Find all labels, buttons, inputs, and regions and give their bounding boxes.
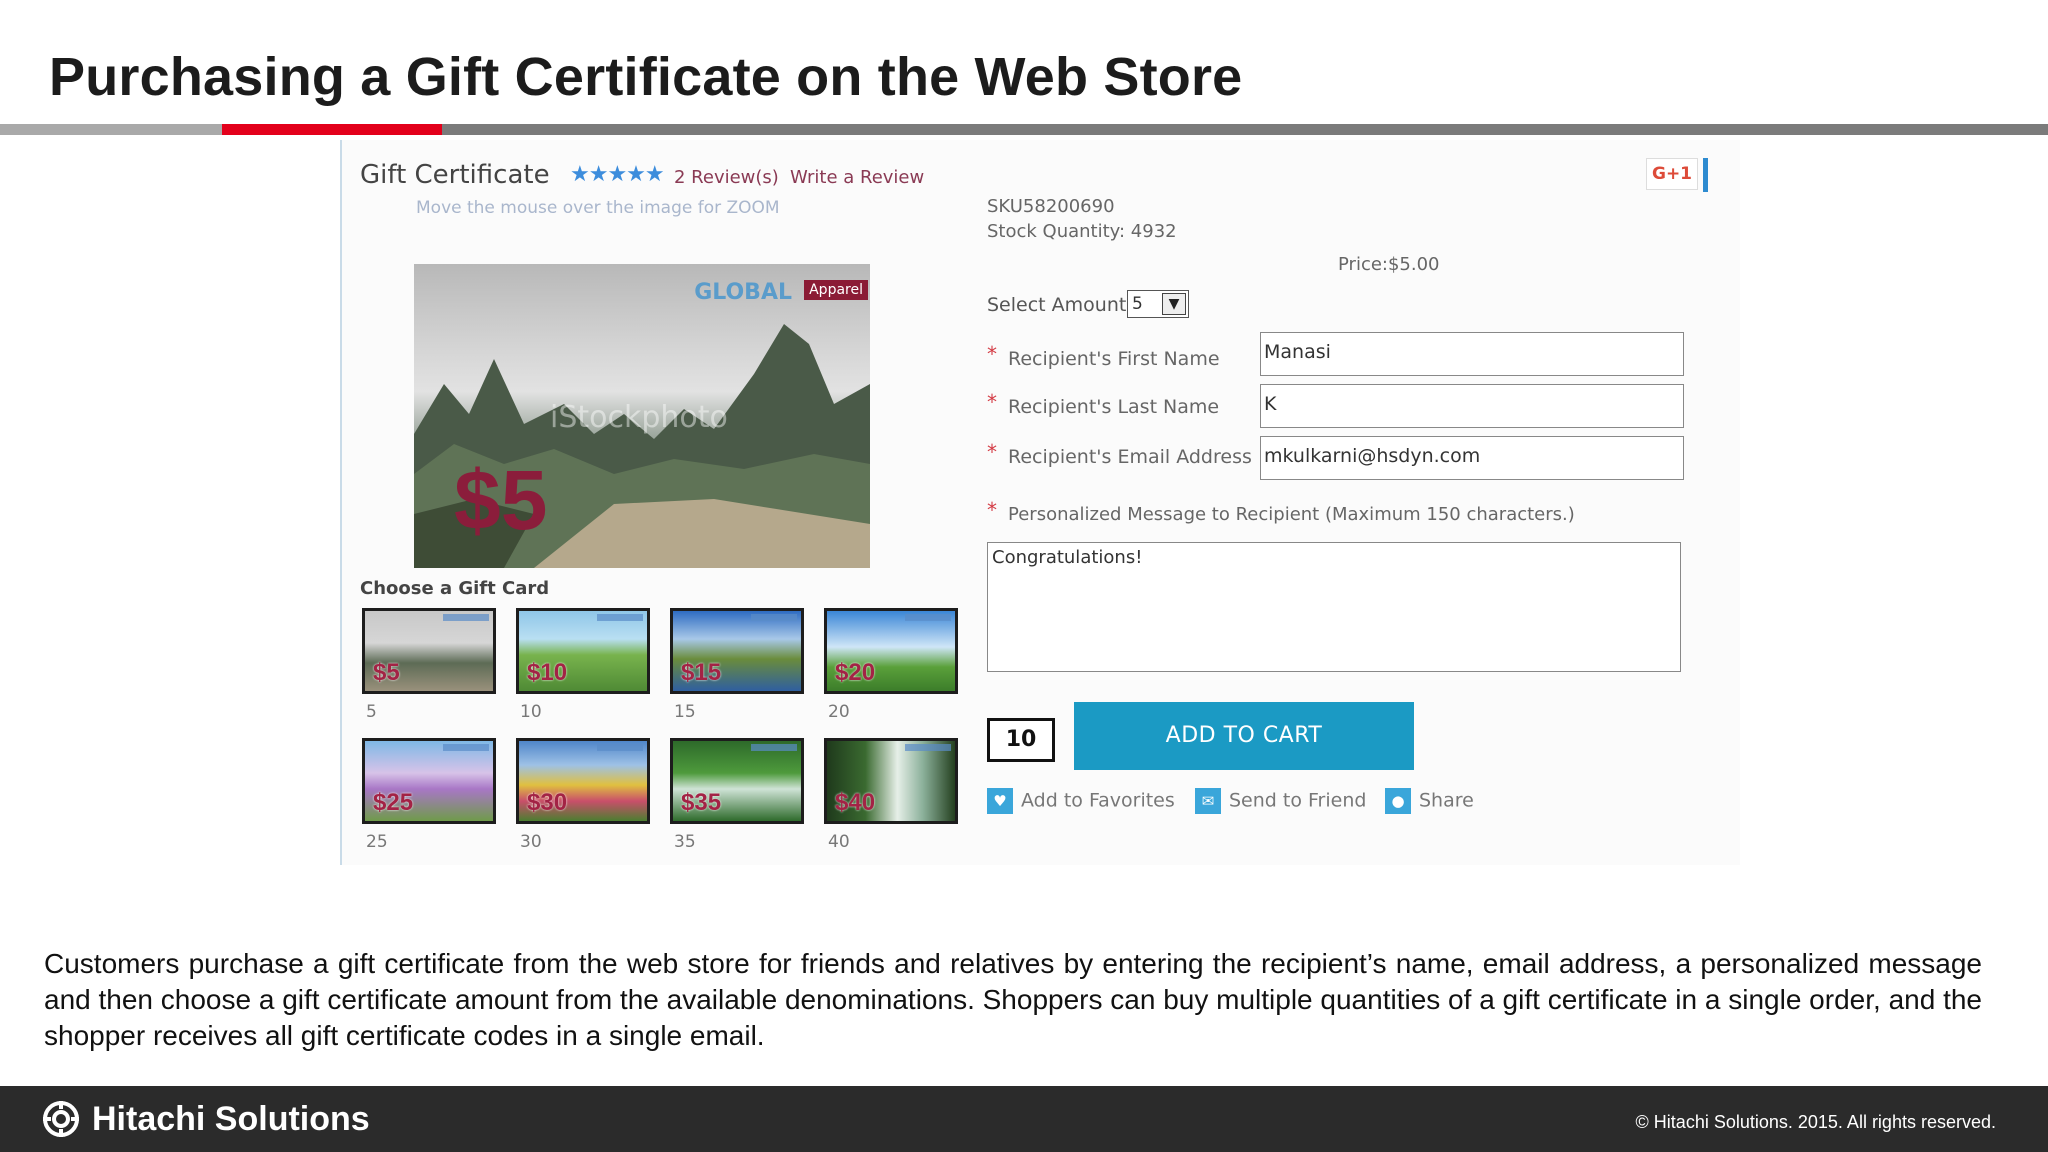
gift-card-thumb[interactable]: $30 (516, 738, 650, 824)
heart-icon: ♥ (987, 788, 1013, 814)
company-name: Hitachi Solutions (92, 1100, 370, 1138)
gift-card-thumb[interactable]: $10 (516, 608, 650, 694)
select-amount-dropdown[interactable]: 5 ▼ (1127, 290, 1189, 318)
title-rule (0, 124, 2048, 135)
email-label: Recipient's Email Address (1008, 446, 1252, 468)
select-amount-label: Select Amount (987, 294, 1127, 316)
quantity-input[interactable]: 10 (987, 718, 1055, 762)
product-price: Price:$5.00 (1338, 254, 1440, 275)
slide-description: Customers purchase a gift certificate fr… (44, 948, 1982, 1051)
select-amount-value: 5 (1132, 294, 1143, 314)
thumb-caption: 40 (828, 832, 850, 852)
copyright-notice: © Hitachi Solutions. 2015. All rights re… (1635, 1112, 1996, 1132)
zoom-hint: Move the mouse over the image for ZOOM (416, 198, 780, 218)
required-marker: * (987, 390, 997, 414)
gift-card-thumb[interactable]: $40 (824, 738, 958, 824)
image-price-overlay: $5 (454, 453, 548, 547)
thumb-caption: 20 (828, 702, 850, 722)
thumb-brand (905, 614, 951, 621)
stock-quantity: Stock Quantity: 4932 (987, 221, 1177, 242)
thumb-price: $30 (527, 789, 568, 816)
gift-card-thumb[interactable]: $35 (670, 738, 804, 824)
add-to-favorites-label: Add to Favorites (1021, 789, 1175, 812)
send-to-friend-label: Send to Friend (1229, 789, 1367, 812)
brand-logo: GLOBAL (694, 280, 792, 305)
thumb-brand (751, 744, 797, 751)
share-link[interactable]: ● Share (1385, 788, 1474, 814)
last-name-input[interactable]: K (1260, 384, 1684, 428)
share-label: Share (1419, 789, 1474, 812)
reviews-link[interactable]: 2 Review(s) (674, 167, 779, 188)
slide-title: Purchasing a Gift Certificate on the Web… (49, 47, 1243, 107)
title-rule-accent (222, 124, 442, 135)
thumb-price: $40 (835, 789, 876, 816)
last-name-label: Recipient's Last Name (1008, 396, 1220, 418)
thumb-caption: 10 (520, 702, 542, 722)
brand-tag: Apparel (804, 280, 868, 300)
thumb-caption: 5 (366, 702, 377, 722)
first-name-input[interactable]: Manasi (1260, 332, 1684, 376)
thumb-price: $35 (681, 789, 722, 816)
gift-card-thumb[interactable]: $15 (670, 608, 804, 694)
thumb-brand (443, 744, 489, 751)
store-screenshot: Gift Certificate ★★★★★ 2 Review(s) Write… (340, 140, 1740, 865)
person-icon: ● (1385, 788, 1411, 814)
rating-stars-icon: ★★★★★ (570, 162, 665, 187)
first-name-label: Recipient's First Name (1008, 348, 1220, 370)
product-image[interactable]: GLOBAL Apparel iStockphoto $5 (414, 264, 870, 568)
thumb-brand (905, 744, 951, 751)
thumb-brand (597, 744, 643, 751)
send-to-friend-link[interactable]: ✉ Send to Friend (1195, 788, 1366, 814)
hitachi-logo-icon (43, 1101, 79, 1137)
thumb-caption: 30 (520, 832, 542, 852)
chevron-down-icon[interactable]: ▼ (1162, 293, 1186, 315)
product-title: Gift Certificate (360, 160, 550, 190)
gift-card-thumb[interactable]: $5 (362, 608, 496, 694)
required-marker: * (987, 440, 997, 464)
thumb-price: $20 (835, 659, 876, 686)
email-input[interactable]: mkulkarni@hsdyn.com (1260, 436, 1684, 480)
required-marker: * (987, 342, 997, 366)
thumb-caption: 25 (366, 832, 388, 852)
thumb-caption: 35 (674, 832, 696, 852)
write-review-link[interactable]: Write a Review (790, 167, 924, 188)
thumb-caption: 15 (674, 702, 696, 722)
thumb-price: $15 (681, 659, 722, 686)
add-to-cart-button[interactable]: ADD TO CART (1074, 702, 1414, 770)
gift-card-thumb[interactable]: $20 (824, 608, 958, 694)
envelope-icon: ✉ (1195, 788, 1221, 814)
thumb-brand (597, 614, 643, 621)
add-to-favorites-link[interactable]: ♥ Add to Favorites (987, 788, 1175, 814)
product-sku: SKU58200690 (987, 196, 1115, 217)
gift-card-thumb[interactable]: $25 (362, 738, 496, 824)
thumb-price: $5 (373, 659, 400, 686)
required-marker: * (987, 498, 997, 522)
thumb-brand (751, 614, 797, 621)
choose-gift-card-label: Choose a Gift Card (360, 578, 550, 599)
message-textarea[interactable]: Congratulations! (987, 542, 1681, 672)
title-rule-left (0, 124, 222, 135)
slide-footer: Hitachi Solutions © Hitachi Solutions. 2… (0, 1086, 2048, 1152)
thumb-price: $10 (527, 659, 568, 686)
message-label: Personalized Message to Recipient (Maxim… (1008, 504, 1575, 525)
thumb-brand (443, 614, 489, 621)
google-plus-button[interactable]: G+1 (1646, 158, 1698, 190)
google-plus-counter (1703, 158, 1708, 192)
thumb-price: $25 (373, 789, 414, 816)
image-watermark: iStockphoto (550, 400, 728, 435)
